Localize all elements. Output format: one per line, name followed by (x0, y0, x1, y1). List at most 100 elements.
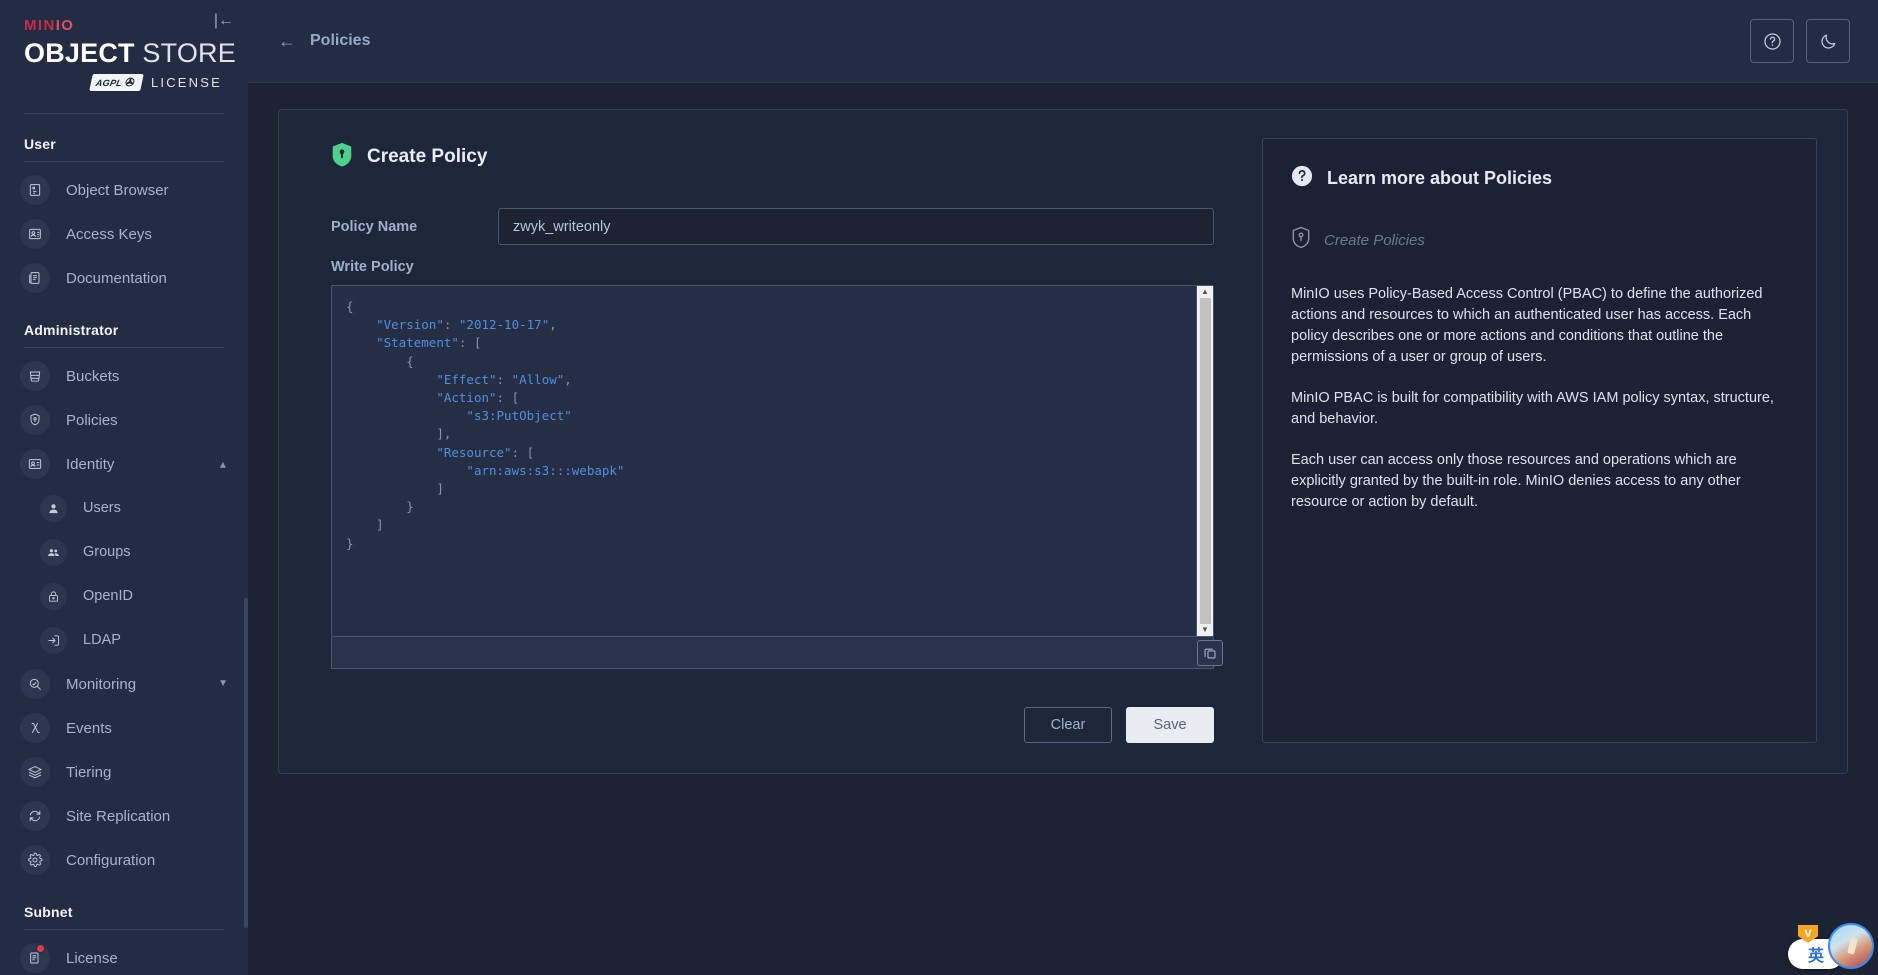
learn-more-paragraph: Each user can access only those resource… (1291, 450, 1788, 513)
policies-icon (20, 405, 50, 435)
sidebar-section-divider (24, 929, 224, 930)
breadcrumb[interactable]: ← Policies (248, 32, 370, 50)
sidebar-section-title: User (0, 114, 248, 152)
sidebar-item-object-browser[interactable]: Object Browser (0, 168, 248, 212)
app-root: MINIO OBJECT STORE AGPL✇ LICENSE |← User… (0, 0, 1878, 975)
main-area: ← Policies C (248, 0, 1878, 975)
sidebar-scroll-area: MINIO OBJECT STORE AGPL✇ LICENSE |← User… (0, 0, 248, 975)
save-button[interactable]: Save (1126, 707, 1214, 743)
sidebar-collapse-button[interactable]: |← (210, 11, 238, 31)
chevron-down-icon[interactable]: ▼ (218, 679, 228, 689)
copy-icon[interactable] (1197, 640, 1223, 666)
notification-dot (36, 944, 45, 953)
sidebar-item-label: Groups (83, 544, 131, 560)
policy-name-input[interactable] (498, 208, 1214, 245)
sidebar-item-access-keys[interactable]: Access Keys (0, 212, 248, 256)
sidebar-item-label: Object Browser (66, 182, 169, 199)
sidebar-item-label: Tiering (66, 764, 111, 781)
editor-footer (331, 637, 1214, 669)
top-actions (1750, 19, 1850, 63)
sidebar-item-label: Buckets (66, 368, 119, 385)
access-keys-icon (20, 219, 50, 249)
sidebar-item-label: License (66, 950, 118, 967)
create-policy-panel: Create Policy Policy Name Write Policy {… (278, 109, 1848, 774)
openid-icon (40, 583, 67, 610)
page-title: Policies (310, 32, 370, 50)
events-icon (20, 713, 50, 743)
sidebar-item-tiering[interactable]: Tiering (0, 750, 248, 794)
sidebar-section-title: Subnet (0, 882, 248, 920)
sidebar-section-title: Administrator (0, 300, 248, 338)
editor-scrollbar[interactable]: ▲ ▼ (1196, 286, 1213, 636)
sidebar-item-label: Events (66, 720, 112, 737)
policy-name-row: Policy Name (331, 208, 1214, 245)
scroll-up-button[interactable]: ▲ (1201, 288, 1209, 296)
sidebar-item-identity[interactable]: Identity ▼ (0, 442, 248, 486)
swoosh-icon: ✇ (124, 76, 136, 89)
policy-name-label: Policy Name (331, 219, 486, 235)
policy-json-editor[interactable]: { "Version": "2012-10-17", "Statement": … (331, 285, 1214, 637)
learn-more-title: Learn more about Policies (1327, 168, 1552, 189)
form-title-row: Create Policy (331, 142, 1214, 172)
sidebar-item-label: Identity (66, 456, 114, 473)
learn-more-panel: Learn more about Policies Create Policie… (1262, 138, 1817, 743)
sidebar-section-divider (24, 161, 224, 162)
sidebar-item-license[interactable]: License (0, 936, 248, 975)
sidebar-item-policies[interactable]: Policies (0, 398, 248, 442)
learn-more-paragraph: MinIO uses Policy-Based Access Control (… (1291, 284, 1788, 368)
agpl-badge: AGPL✇ (89, 74, 143, 91)
scrollbar-thumb[interactable] (1200, 298, 1211, 624)
sidebar-nav: User Object Browser Access Keys Documentati… (0, 114, 248, 975)
help-circle-icon (1291, 165, 1313, 192)
policy-code-area[interactable]: { "Version": "2012-10-17", "Statement": … (332, 286, 1196, 636)
write-policy-label: Write Policy (331, 259, 1214, 275)
object-browser-icon (20, 175, 50, 205)
ime-floating-widget[interactable]: 英 V (1788, 923, 1874, 969)
scroll-down-button[interactable]: ▼ (1201, 626, 1209, 634)
groups-icon (40, 539, 67, 566)
object-store-title: OBJECT STORE (24, 40, 224, 67)
configuration-icon (20, 845, 50, 875)
dark-mode-toggle-button[interactable] (1806, 19, 1850, 63)
users-icon (40, 495, 67, 522)
documentation-icon (20, 263, 50, 293)
sidebar-item-documentation[interactable]: Documentation (0, 256, 248, 300)
sidebar-item-label: Monitoring (66, 676, 136, 693)
ime-mode-label: 英 (1808, 942, 1824, 966)
sidebar: MINIO OBJECT STORE AGPL✇ LICENSE |← User… (0, 0, 248, 975)
monitoring-icon (20, 669, 50, 699)
learn-more-body: MinIO uses Policy-Based Access Control (… (1291, 284, 1788, 513)
sidebar-section-divider (24, 347, 224, 348)
sidebar-item-groups[interactable]: Groups (0, 530, 248, 574)
sidebar-item-ldap[interactable]: LDAP (0, 618, 248, 662)
help-button[interactable] (1750, 19, 1794, 63)
avatar[interactable] (1828, 923, 1874, 969)
clear-button[interactable]: Clear (1024, 707, 1112, 743)
learn-more-paragraph: MinIO PBAC is built for compatibility wi… (1291, 388, 1788, 430)
sidebar-scrollbar[interactable] (244, 598, 248, 928)
sidebar-item-users[interactable]: Users (0, 486, 248, 530)
sidebar-item-label: Configuration (66, 852, 155, 869)
sidebar-item-label: Access Keys (66, 226, 152, 243)
sidebar-item-monitoring[interactable]: Monitoring ▼ (0, 662, 248, 706)
minio-wordmark: MINIO (24, 18, 224, 33)
policy-json-text[interactable]: { "Version": "2012-10-17", "Statement": … (346, 298, 1196, 553)
site-replication-icon (20, 801, 50, 831)
sidebar-item-buckets[interactable]: Buckets (0, 354, 248, 398)
license-icon (20, 943, 50, 973)
sidebar-item-configuration[interactable]: Configuration (0, 838, 248, 882)
ime-badge-icon: V (1798, 925, 1818, 943)
policy-form: Create Policy Policy Name Write Policy {… (309, 138, 1236, 743)
sidebar-item-label: OpenID (83, 588, 133, 604)
sidebar-item-site-replication[interactable]: Site Replication (0, 794, 248, 838)
form-actions: Clear Save (331, 707, 1214, 743)
sidebar-item-openid[interactable]: OpenID (0, 574, 248, 618)
content-region: Create Policy Policy Name Write Policy {… (248, 83, 1878, 975)
shield-key-icon (331, 142, 353, 172)
sidebar-item-label: LDAP (83, 632, 121, 648)
sidebar-item-events[interactable]: Events (0, 706, 248, 750)
chevron-up-icon[interactable]: ▼ (218, 459, 228, 469)
back-arrow-icon[interactable]: ← (278, 32, 296, 50)
learn-more-header: Learn more about Policies (1291, 165, 1788, 192)
brand-logo: MINIO OBJECT STORE AGPL✇ LICENSE |← (0, 0, 248, 91)
